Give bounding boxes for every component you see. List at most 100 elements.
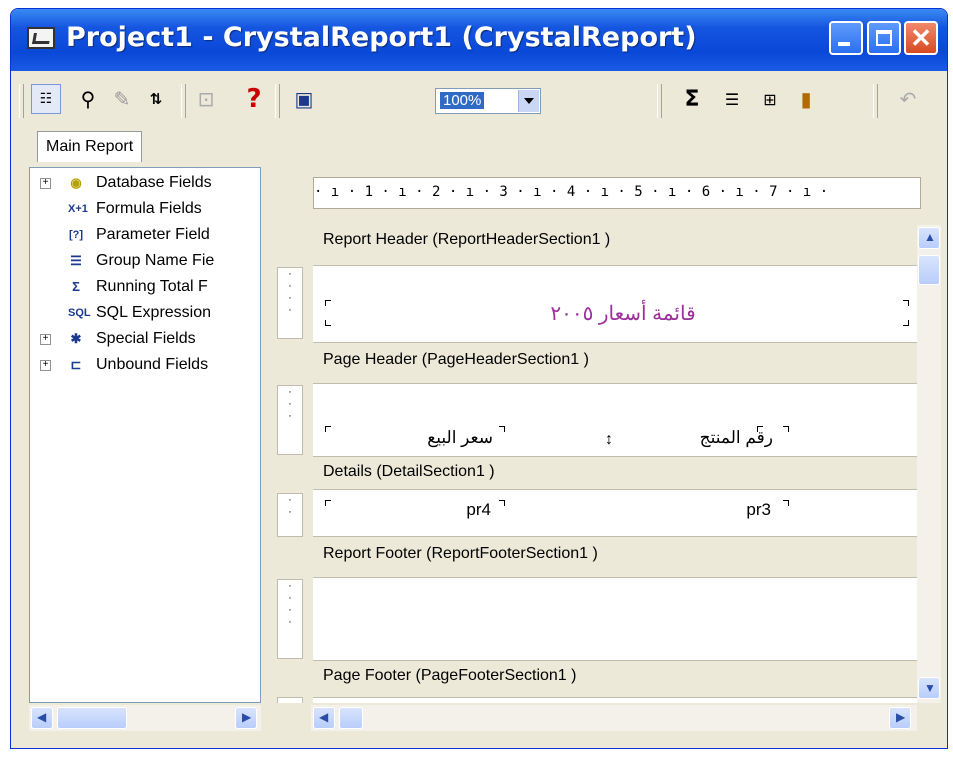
zoom-select[interactable]: 100%: [435, 88, 541, 114]
section-page-header[interactable]: Page Header (PageHeaderSection1 ): [313, 345, 919, 375]
toolbar: ☷ ⚲ ✎ ⇅ ⊡ ? ▣ 100% Σ ☰ ⊞ ▮ ↶: [11, 72, 947, 124]
tree-item[interactable]: + ✱ Special Fields: [40, 328, 196, 350]
field-pr4[interactable]: pr4: [333, 498, 491, 522]
formula-icon: X+1: [68, 203, 88, 215]
tree-item[interactable]: X+1 Formula Fields: [68, 198, 202, 220]
vertical-ruler-page-header: · · ·: [277, 385, 303, 455]
tree-item-label: Formula Fields: [96, 200, 202, 217]
sort-button[interactable]: ⇅: [141, 84, 171, 114]
field-handle: [499, 426, 505, 432]
preview-icon: ▣: [294, 87, 314, 111]
vertical-ruler-report-footer: · · · ·: [277, 579, 303, 659]
tree-item[interactable]: + ◉ Database Fields: [40, 172, 212, 194]
chevron-up-icon: ▲: [924, 230, 936, 244]
zoom-value: 100%: [440, 92, 485, 109]
close-icon: ✕: [910, 23, 932, 53]
tree-item-label: Group Name Fie: [96, 252, 215, 269]
chart-icon: ▮: [800, 87, 812, 111]
scroll-right-button[interactable]: ▶: [889, 707, 911, 729]
expand-icon[interactable]: +: [40, 360, 51, 371]
expand-icon[interactable]: +: [40, 178, 51, 189]
column-header-sale-price[interactable]: سعر البيع: [333, 426, 493, 450]
chevron-left-icon: ◀: [319, 710, 329, 724]
sort-icon: ⇅: [149, 90, 163, 108]
field-tree-icon: ☷: [39, 91, 53, 107]
tree-horizontal-scrollbar[interactable]: ◀ ▶: [29, 705, 261, 731]
report-title-text[interactable]: قائمة أسعار ٢٠٠٥: [493, 302, 753, 326]
field-handle: [783, 500, 789, 506]
tab-main-report[interactable]: Main Report: [37, 131, 143, 162]
toggle-field-tree-button[interactable]: ☷: [31, 84, 61, 114]
tree-item[interactable]: SQL SQL Expression: [68, 302, 212, 324]
preview-button[interactable]: ▣: [289, 84, 319, 114]
scroll-down-button[interactable]: ▼: [918, 677, 940, 699]
section-report-footer[interactable]: Report Footer (ReportFooterSection1 ): [313, 539, 919, 569]
insert-summary-button[interactable]: Σ: [677, 84, 707, 114]
help-button[interactable]: ?: [239, 84, 269, 114]
special-fields-icon: ✱: [70, 331, 82, 346]
expert-icon: ✎: [113, 87, 131, 111]
database-icon: ◉: [70, 175, 82, 190]
unbound-icon: ⊏: [70, 357, 82, 372]
title-bar[interactable]: Project1 - CrystalReport1 (CrystalReport…: [11, 9, 947, 71]
toolbar-grip[interactable]: [19, 84, 24, 118]
chevron-right-icon: ▶: [242, 710, 252, 724]
vertical-scroll-thumb[interactable]: [918, 255, 940, 285]
field-handle: [903, 300, 909, 306]
tree-item[interactable]: [?] Parameter Field: [69, 224, 210, 246]
minimize-button[interactable]: [829, 21, 863, 55]
design-horizontal-scrollbar[interactable]: ◀ ▶: [311, 705, 917, 731]
field-handle: [903, 320, 909, 326]
design-area: · ı · 1 · ı · 2 · ı · 3 · ı · 4 · ı · 5 …: [269, 167, 945, 703]
field-pr3[interactable]: pr3: [613, 498, 771, 522]
tree-item[interactable]: Σ Running Total F: [72, 276, 208, 298]
insert-chart-button[interactable]: ▮: [791, 84, 821, 114]
page-header-body[interactable]: سعر البيع رقم المنتج ↕: [313, 383, 919, 457]
vertical-ruler-details: · ·: [277, 493, 303, 537]
chevron-left-icon: ◀: [37, 710, 47, 724]
undo-icon: ↶: [899, 87, 917, 111]
tree-item-label: SQL Expression: [96, 304, 212, 321]
scroll-up-button[interactable]: ▲: [918, 227, 940, 249]
report-footer-body[interactable]: [313, 577, 919, 661]
sql-icon: SQL: [68, 307, 91, 319]
toolbar-separator: [873, 84, 878, 118]
report-designer-window: Project1 - CrystalReport1 (CrystalReport…: [10, 8, 948, 749]
page-footer-body[interactable]: [313, 697, 919, 703]
toolbar-separator: [275, 84, 280, 118]
scroll-right-button[interactable]: ▶: [235, 707, 257, 729]
design-scroll-thumb[interactable]: [339, 707, 363, 729]
tree-item[interactable]: ☰ Group Name Fie: [70, 250, 215, 272]
field-handle: [325, 500, 331, 506]
section-page-footer[interactable]: Page Footer (PageFooterSection1 ): [313, 661, 919, 691]
tree-item[interactable]: + ⊏ Unbound Fields: [40, 354, 208, 376]
close-button[interactable]: ✕: [904, 21, 938, 55]
field-handle: [325, 426, 331, 432]
scroll-left-button[interactable]: ◀: [31, 707, 53, 729]
maximize-button[interactable]: [867, 21, 901, 55]
section-details[interactable]: Details (DetailSection1 ): [313, 457, 919, 487]
vertical-scrollbar[interactable]: ▲ ▼: [917, 225, 941, 703]
undo-button[interactable]: ↶: [893, 84, 923, 114]
insert-subreport-button[interactable]: ⊞: [755, 84, 785, 114]
expand-icon[interactable]: +: [40, 334, 51, 345]
insert-field-button[interactable]: ⚲: [73, 84, 103, 114]
tree-scroll-thumb[interactable]: [57, 707, 127, 729]
select-expert-icon: ⊡: [197, 87, 215, 111]
group-icon: ☰: [724, 89, 740, 109]
column-header-product-no[interactable]: رقم المنتج: [613, 426, 773, 450]
select-expert-button[interactable]: ⊡: [191, 84, 221, 114]
field-explorer-icon: ⚲: [80, 87, 96, 111]
tree-item-label: Special Fields: [96, 330, 196, 347]
resize-cursor-icon: ↕: [605, 431, 613, 448]
field-handle: [325, 320, 331, 326]
scroll-left-button[interactable]: ◀: [313, 707, 335, 729]
section-report-header[interactable]: Report Header (ReportHeaderSection1 ): [313, 225, 919, 255]
report-expert-button[interactable]: ✎: [107, 84, 137, 114]
chevron-down-icon[interactable]: [518, 90, 539, 112]
report-header-body[interactable]: قائمة أسعار ٢٠٠٥: [313, 265, 919, 343]
details-body[interactable]: pr4 pr3: [313, 489, 919, 537]
horizontal-ruler: · ı · 1 · ı · 2 · ı · 3 · ı · 4 · ı · 5 …: [313, 177, 921, 209]
insert-group-button[interactable]: ☰: [717, 84, 747, 114]
field-handle: [325, 300, 331, 306]
